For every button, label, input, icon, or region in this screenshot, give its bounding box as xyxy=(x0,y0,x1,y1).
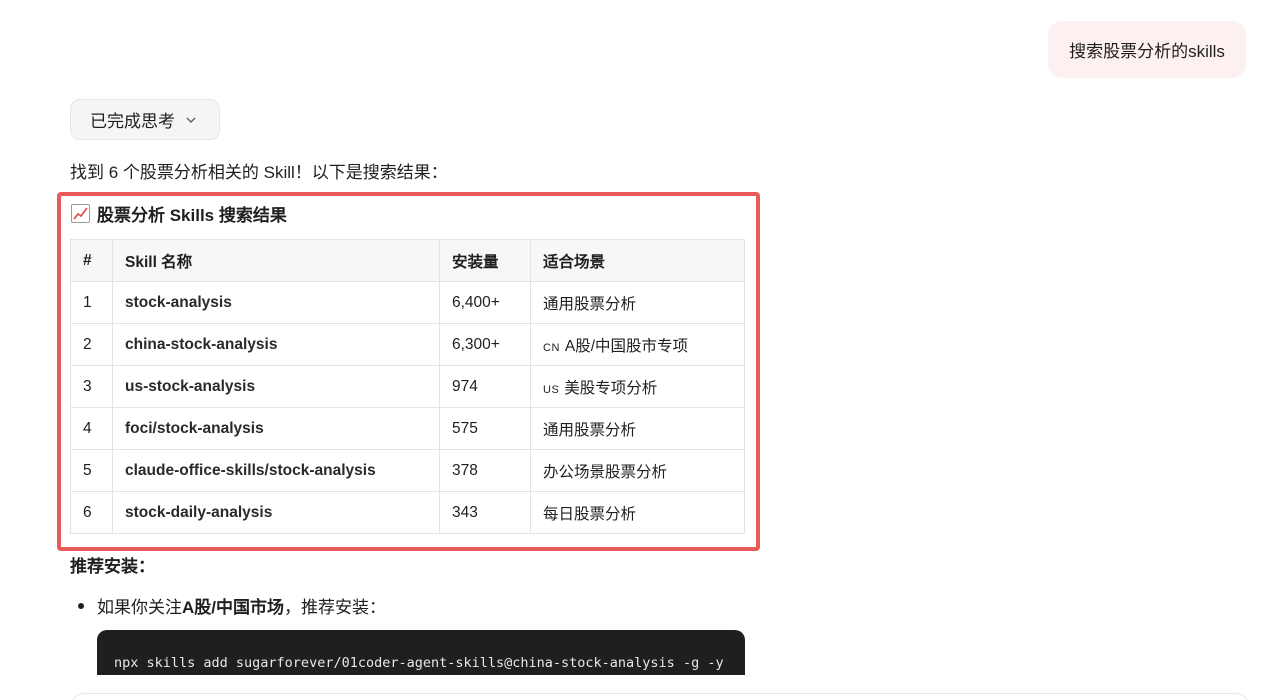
assistant-intro-text: 找到 6 个股票分析相关的 Skill！以下是搜索结果： xyxy=(70,163,448,182)
table-row: 4 foci/stock-analysis 575 通用股票分析 xyxy=(70,407,745,450)
row-scene: 通用股票分析 xyxy=(530,281,745,324)
skills-table: # Skill 名称 安装量 适合场景 1 stock-analysis 6,4… xyxy=(70,239,745,534)
header-skill-name: Skill 名称 xyxy=(112,239,440,282)
row-skill-name: foci/stock-analysis xyxy=(112,407,440,450)
row-installs: 575 xyxy=(439,407,531,450)
row-skill-name: stock-daily-analysis xyxy=(112,491,440,534)
row-installs: 6,300+ xyxy=(439,323,531,366)
row-scene: US 美股专项分析 xyxy=(530,365,745,408)
row-installs: 6,400+ xyxy=(439,281,531,324)
row-scene: CN A股/中国股市专项 xyxy=(530,323,745,366)
table-row: 5 claude-office-skills/stock-analysis 37… xyxy=(70,449,745,492)
section-title: 股票分析 Skills 搜索结果 xyxy=(71,201,287,226)
row-scene-text: 通用股票分析 xyxy=(543,421,637,439)
bullet-dot-icon xyxy=(78,602,84,609)
header-installs: 安装量 xyxy=(439,239,531,282)
chart-increasing-icon xyxy=(71,204,90,223)
row-scene-text: 美股专项分析 xyxy=(564,379,658,397)
recommend-bullet: 如果你关注 A股/中国市场 ，推荐安装： xyxy=(78,593,386,618)
thinking-label: 已完成思考 xyxy=(90,112,175,131)
table-row: 2 china-stock-analysis 6,300+ CN A股/中国股市专… xyxy=(70,323,745,366)
table-row: 6 stock-daily-analysis 343 每日股票分析 xyxy=(70,491,745,534)
table-row: 3 us-stock-analysis 974 US 美股专项分析 xyxy=(70,365,745,408)
bullet-prefix: 如果你关注 xyxy=(97,598,182,617)
section-title-text: 股票分析 Skills 搜索结果 xyxy=(97,206,287,225)
row-installs: 343 xyxy=(439,491,531,534)
install-code-block[interactable]: npx skills add sugarforever/01coder-agen… xyxy=(97,630,745,675)
row-index: 1 xyxy=(70,281,113,324)
row-scene-text: 办公场景股票分析 xyxy=(543,463,668,481)
row-scene: 每日股票分析 xyxy=(530,491,745,534)
table-header-row: # Skill 名称 安装量 适合场景 xyxy=(70,239,745,282)
row-index: 2 xyxy=(70,323,113,366)
user-message-text: 搜索股票分析的skills xyxy=(1069,42,1225,61)
row-skill-name: china-stock-analysis xyxy=(112,323,440,366)
us-flag-icon: US xyxy=(543,383,560,396)
recommend-heading: 推荐安装： xyxy=(70,557,155,576)
thinking-toggle-button[interactable]: 已完成思考 xyxy=(70,99,220,140)
chevron-down-icon xyxy=(185,114,197,126)
row-index: 6 xyxy=(70,491,113,534)
row-scene-text: 每日股票分析 xyxy=(543,505,637,523)
bullet-suffix: ，推荐安装： xyxy=(284,598,386,617)
row-scene: 办公场景股票分析 xyxy=(530,449,745,492)
row-skill-name: claude-office-skills/stock-analysis xyxy=(112,449,440,492)
row-skill-name: stock-analysis xyxy=(112,281,440,324)
row-index: 5 xyxy=(70,449,113,492)
row-index: 3 xyxy=(70,365,113,408)
bullet-bold: A股/中国市场 xyxy=(182,598,284,617)
table-row: 1 stock-analysis 6,400+ 通用股票分析 xyxy=(70,281,745,324)
row-installs: 378 xyxy=(439,449,531,492)
header-scene: 适合场景 xyxy=(530,239,745,282)
cn-flag-icon: CN xyxy=(543,341,560,354)
install-command: npx skills add sugarforever/01coder-agen… xyxy=(114,655,724,671)
row-index: 4 xyxy=(70,407,113,450)
row-scene: 通用股票分析 xyxy=(530,407,745,450)
row-scene-text: A股/中国股市专项 xyxy=(564,337,689,355)
header-index: # xyxy=(70,239,113,282)
row-installs: 974 xyxy=(439,365,531,408)
chat-input-edge[interactable] xyxy=(70,693,1250,700)
chat-page: 搜索股票分析的skills 已完成思考 找到 6 个股票分析相关的 Skill！… xyxy=(0,0,1265,700)
row-scene-text: 通用股票分析 xyxy=(543,295,637,313)
row-skill-name: us-stock-analysis xyxy=(112,365,440,408)
user-message-bubble: 搜索股票分析的skills xyxy=(1048,21,1246,78)
